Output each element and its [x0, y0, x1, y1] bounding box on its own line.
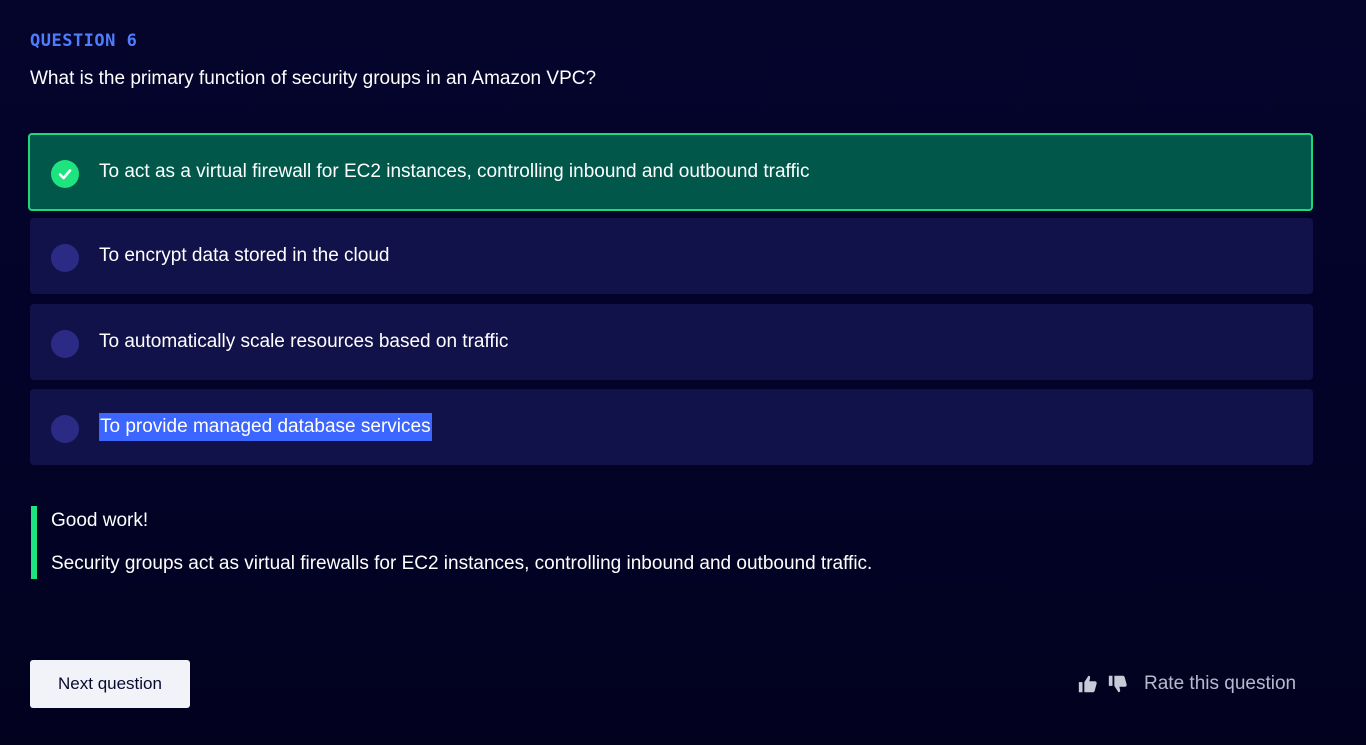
answer-option[interactable]: To encrypt data stored in the cloud: [30, 218, 1313, 294]
radio-circle-icon: [51, 415, 79, 443]
answer-option-label: To act as a virtual firewall for EC2 ins…: [99, 161, 810, 182]
question-text: What is the primary function of security…: [30, 68, 597, 89]
answer-options: To act as a virtual firewall for EC2 ins…: [28, 133, 1313, 475]
radio-circle-icon: [51, 244, 79, 272]
answer-option-correct[interactable]: To act as a virtual firewall for EC2 ins…: [28, 133, 1313, 211]
quiz-page: QUESTION 6 What is the primary function …: [0, 0, 1366, 745]
question-number: QUESTION 6: [30, 31, 138, 51]
answer-option[interactable]: To provide managed database services: [30, 389, 1313, 465]
checkmark-icon: [51, 160, 79, 188]
rate-question: Rate this question: [1076, 668, 1296, 700]
answer-option-label: To encrypt data stored in the cloud: [99, 245, 390, 266]
feedback-title: Good work!: [51, 510, 149, 531]
feedback-panel: Good work! Security groups act as virtua…: [31, 506, 872, 579]
answer-option-label: To automatically scale resources based o…: [99, 330, 509, 352]
answer-option-label: To provide managed database services: [99, 413, 432, 441]
rate-question-label: Rate this question: [1144, 673, 1297, 694]
feedback-explanation: Security groups act as virtual firewalls…: [51, 553, 873, 574]
answer-option[interactable]: To automatically scale resources based o…: [30, 303, 1313, 380]
radio-circle-icon: [51, 329, 79, 358]
thumbs-down-icon[interactable]: [1106, 672, 1130, 696]
thumbs-up-icon[interactable]: [1076, 672, 1100, 696]
next-question-button[interactable]: Next question: [30, 660, 190, 708]
